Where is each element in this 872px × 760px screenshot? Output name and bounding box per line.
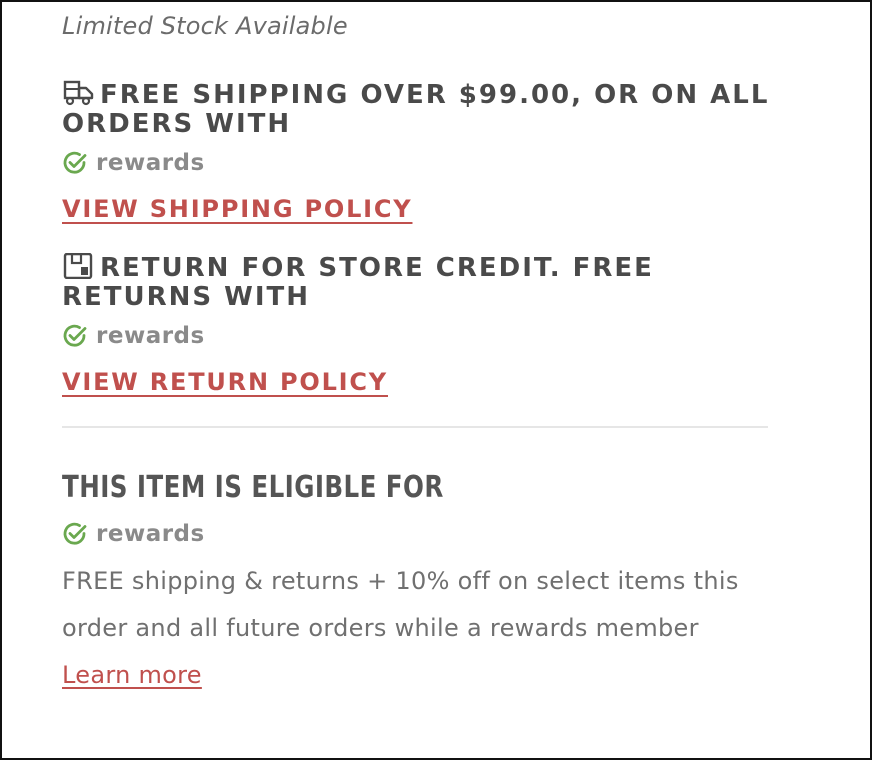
check-circle-icon bbox=[63, 151, 87, 174]
eligibility-description-text: FREE shipping & returns + 10% off on sel… bbox=[62, 567, 739, 642]
truck-icon bbox=[62, 80, 96, 106]
shipping-heading: FREE SHIPPING OVER $99.00, OR ON ALL ORD… bbox=[62, 80, 772, 139]
stock-status: Limited Stock Available bbox=[62, 12, 348, 40]
returns-heading-text: RETURN FOR STORE CREDIT. FREE RETURNS WI… bbox=[62, 253, 654, 312]
eligibility-description: FREE shipping & returns + 10% off on sel… bbox=[62, 558, 752, 699]
rewards-label: rewards bbox=[96, 323, 205, 349]
learn-more-link[interactable]: Learn more bbox=[62, 661, 202, 689]
check-circle-icon bbox=[63, 324, 87, 347]
returns-rewards-badge: rewards bbox=[62, 322, 772, 350]
eligibility-title: THIS ITEM IS ELIGIBLE FOR bbox=[62, 470, 444, 505]
shipping-rewards-badge: rewards bbox=[62, 149, 772, 177]
check-circle-icon bbox=[63, 522, 87, 545]
shipping-section: FREE SHIPPING OVER $99.00, OR ON ALL ORD… bbox=[62, 80, 772, 224]
policy-content: Limited Stock Available FREE SHIPPING OV… bbox=[62, 10, 772, 699]
rewards-label: rewards bbox=[96, 150, 205, 176]
rewards-label: rewards bbox=[96, 521, 205, 547]
view-return-policy-link[interactable]: VIEW RETURN POLICY bbox=[62, 368, 388, 396]
section-divider bbox=[62, 426, 768, 428]
eligibility-rewards-badge: rewards bbox=[62, 520, 772, 548]
returns-section: RETURN FOR STORE CREDIT. FREE RETURNS WI… bbox=[62, 252, 772, 396]
shipping-heading-text: FREE SHIPPING OVER $99.00, OR ON ALL ORD… bbox=[62, 80, 770, 139]
returns-heading: RETURN FOR STORE CREDIT. FREE RETURNS WI… bbox=[62, 252, 772, 312]
return-box-icon bbox=[62, 252, 96, 280]
view-shipping-policy-link[interactable]: VIEW SHIPPING POLICY bbox=[62, 195, 412, 223]
product-policy-panel: Limited Stock Available FREE SHIPPING OV… bbox=[0, 0, 872, 760]
